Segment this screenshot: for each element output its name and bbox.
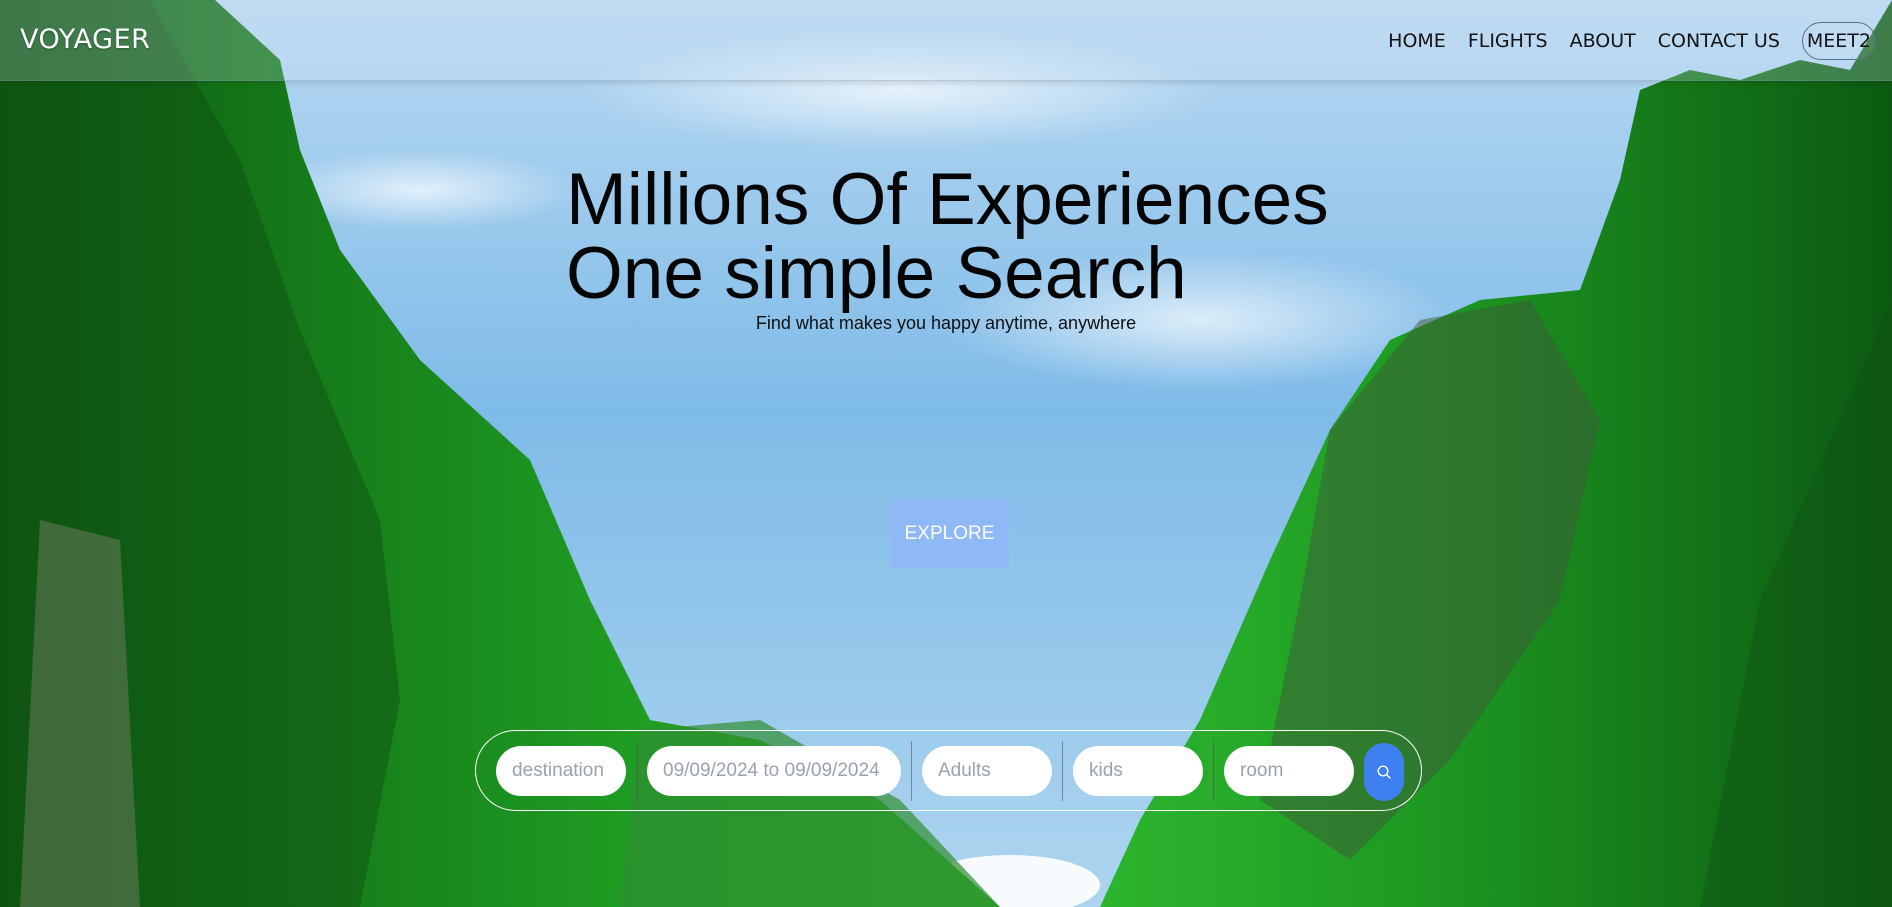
brand-logo[interactable]: VOYAGER: [20, 24, 150, 55]
nav-contact-us[interactable]: CONTACT US: [1658, 30, 1780, 52]
hero-subtitle: Find what makes you happy anytime, anywh…: [755, 313, 1137, 333]
nav-about[interactable]: ABOUT: [1570, 30, 1636, 52]
date-range-input[interactable]: [647, 746, 901, 796]
adults-input[interactable]: [922, 746, 1052, 796]
search-icon: [1377, 765, 1391, 779]
navbar: VOYAGER HOME FLIGHTS ABOUT CONTACT US ME…: [0, 0, 1892, 81]
hero-title-line-1: Millions Of Experiences: [566, 159, 1329, 240]
room-input[interactable]: [1224, 746, 1354, 796]
nav-flights[interactable]: FLIGHTS: [1468, 30, 1548, 52]
search-button[interactable]: [1364, 743, 1404, 801]
destination-input[interactable]: [496, 746, 626, 796]
user-account-button[interactable]: MEET2: [1801, 22, 1876, 60]
explore-button[interactable]: EXPLORE: [890, 499, 1009, 568]
search-divider: [1062, 741, 1063, 801]
search-divider: [1213, 741, 1214, 801]
search-divider: [911, 741, 912, 801]
kids-input[interactable]: [1073, 746, 1203, 796]
hero-title-line-2: One simple Search: [566, 233, 1187, 314]
nav-home[interactable]: HOME: [1388, 30, 1446, 52]
nav-links: HOME FLIGHTS ABOUT CONTACT US MEET2: [1388, 22, 1876, 60]
search-bar: [475, 730, 1422, 811]
search-divider: [637, 741, 638, 801]
